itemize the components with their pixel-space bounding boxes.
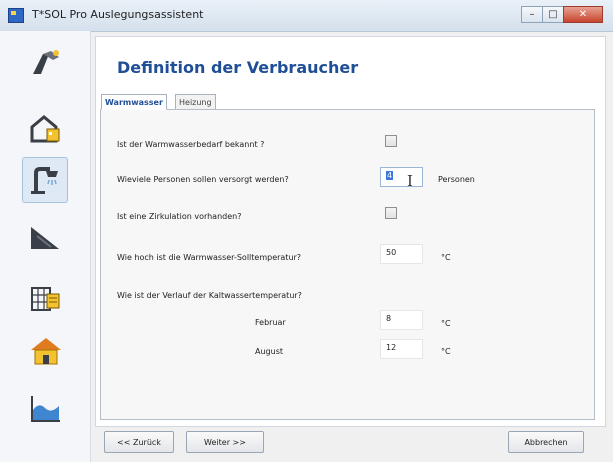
february-unit: °C [441,319,451,328]
cancel-button[interactable]: Abbrechen [508,431,584,453]
temperature-input[interactable]: 50 [380,244,423,264]
building-grid-icon [31,287,60,311]
february-input[interactable]: 8 [380,310,423,330]
back-button[interactable]: << Zurück [104,431,174,453]
window-controls: – □ ✕ [521,6,603,24]
minimize-button[interactable]: – [521,6,543,23]
text-cursor-icon: I [407,172,413,190]
collector-wrench-icon [33,50,59,74]
persons-value: 4 [386,171,394,180]
title-bar: T*SOL Pro Auslegungsassistent – □ ✕ [0,0,613,32]
building-lock-icon [30,115,60,143]
sidebar-item-building[interactable] [26,108,66,148]
temperature-unit: °C [441,253,451,262]
sidebar [0,31,91,462]
roof-icon [31,227,59,249]
persons-input[interactable]: 4 [380,167,423,187]
circulation-checkbox[interactable] [385,207,397,219]
known-demand-checkbox[interactable] [385,135,397,147]
window-title: T*SOL Pro Auslegungsassistent [32,8,204,21]
chart-icon [31,396,60,422]
persons-label: Wieviele Personen sollen versorgt werden… [117,175,289,184]
tab-warmwasser[interactable]: Warmwasser [101,94,167,110]
sidebar-item-results[interactable] [26,389,66,429]
page-title: Definition der Verbraucher [117,58,359,77]
sidebar-item-house[interactable] [26,331,66,371]
known-demand-label: Ist der Warmwasserbedarf bekannt ? [117,140,265,149]
august-input[interactable]: 12 [380,339,423,359]
sidebar-item-roof[interactable] [26,218,66,258]
persons-unit: Personen [438,175,475,184]
august-unit: °C [441,347,451,356]
shower-icon [31,167,58,194]
circulation-label: Ist eine Zirkulation vorhanden? [117,212,242,221]
sidebar-item-storage[interactable] [26,279,66,319]
sidebar-item-consumers[interactable] [22,157,68,203]
close-button[interactable]: ✕ [563,6,603,23]
tab-heizung[interactable]: Heizung [175,94,216,110]
house-icon [31,338,61,365]
temperature-label: Wie hoch ist die Warmwasser-Solltemperat… [117,253,302,262]
app-icon [8,8,24,23]
coldwater-label: Wie ist der Verlauf der Kaltwassertemper… [117,291,302,300]
february-label: Februar [255,318,286,327]
sidebar-item-system[interactable] [26,43,66,83]
august-label: August [255,347,283,356]
maximize-button[interactable]: □ [542,6,564,23]
tab-content [100,109,595,420]
next-button[interactable]: Weiter >> [186,431,264,453]
